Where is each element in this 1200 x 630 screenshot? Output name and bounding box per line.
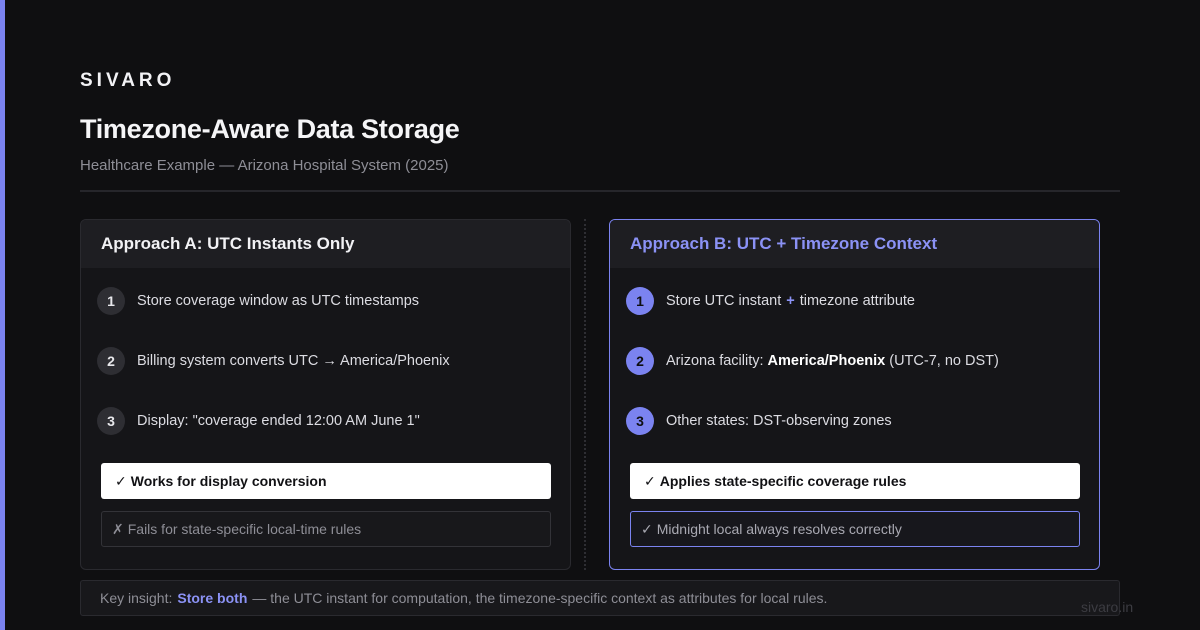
approach-a-card: Approach A: UTC Instants Only 1 Store co… [80,219,571,570]
approach-b-heading: Approach B: UTC + Timezone Context [610,220,1099,268]
insight-highlight: Store both [177,590,248,606]
step-text: Billing system converts UTC → America/Ph… [137,353,450,369]
step-text: Store coverage window as UTC timestamps [137,293,420,309]
approach-b-step-3: 3 Other states: DST-observing zones [626,407,892,435]
footer-url: sivaro.in [1081,599,1134,615]
step-text: Store UTC instant [666,293,782,309]
result-text: Applies state-specific coverage rules [659,473,907,489]
cross-icon: ✗ [112,520,124,537]
step-text: Other states: DST-observing zones [666,413,892,429]
brand-logo: SIVARO [80,70,176,91]
approach-b-card: Approach B: UTC + Timezone Context 1 Sto… [609,219,1100,570]
step-text: timezone attribute [799,293,915,309]
result-text: Fails for state-specific local-time rule… [127,521,362,537]
check-icon: ✓ [641,520,653,537]
step-number-badge: 2 [97,347,125,375]
header-divider [80,190,1120,192]
approach-b-pass-result: ✓ Applies state-specific coverage rules [630,463,1080,499]
column-divider [584,219,586,570]
approach-a-heading: Approach A: UTC Instants Only [81,220,570,268]
step-text: Display: "coverage ended 12:00 AM June 1… [137,413,420,429]
step-text: (UTC-7, no DST) [889,353,999,369]
page-subtitle: Healthcare Example — Arizona Hospital Sy… [80,157,449,174]
step-number-badge: 2 [626,347,654,375]
approach-a-pass-result: ✓ Works for display conversion [101,463,551,499]
approach-a-fail-result: ✗ Fails for state-specific local-time ru… [101,511,551,547]
approach-a-step-3: 3 Display: "coverage ended 12:00 AM June… [97,407,420,435]
insight-lead: Key insight: [100,590,173,606]
plus-icon: + [786,293,795,309]
result-text: Works for display conversion [130,473,327,489]
page-title: Timezone-Aware Data Storage [80,114,460,144]
result-text: Midnight local always resolves correctly [656,521,902,537]
approach-b-step-1: 1 Store UTC instant + timezone attribute [626,287,915,315]
timezone-name: America/Phoenix [767,353,886,369]
approach-b-note-result: ✓ Midnight local always resolves correct… [630,511,1080,547]
accent-bar [0,0,5,630]
step-number-badge: 3 [97,407,125,435]
approach-a-step-2: 2 Billing system converts UTC → America/… [97,347,450,375]
step-number-badge: 1 [626,287,654,315]
step-text: Arizona facility: [666,353,764,369]
insight-text: — the UTC instant for computation, the t… [252,590,828,606]
check-icon: ✓ [115,472,127,489]
step-number-badge: 1 [97,287,125,315]
approach-b-step-2: 2 Arizona facility: America/Phoenix (UTC… [626,347,999,375]
check-icon: ✓ [644,472,656,489]
key-insight-banner: Key insight: Store both — the UTC instan… [80,580,1120,616]
approach-a-step-1: 1 Store coverage window as UTC timestamp… [97,287,419,315]
step-number-badge: 3 [626,407,654,435]
